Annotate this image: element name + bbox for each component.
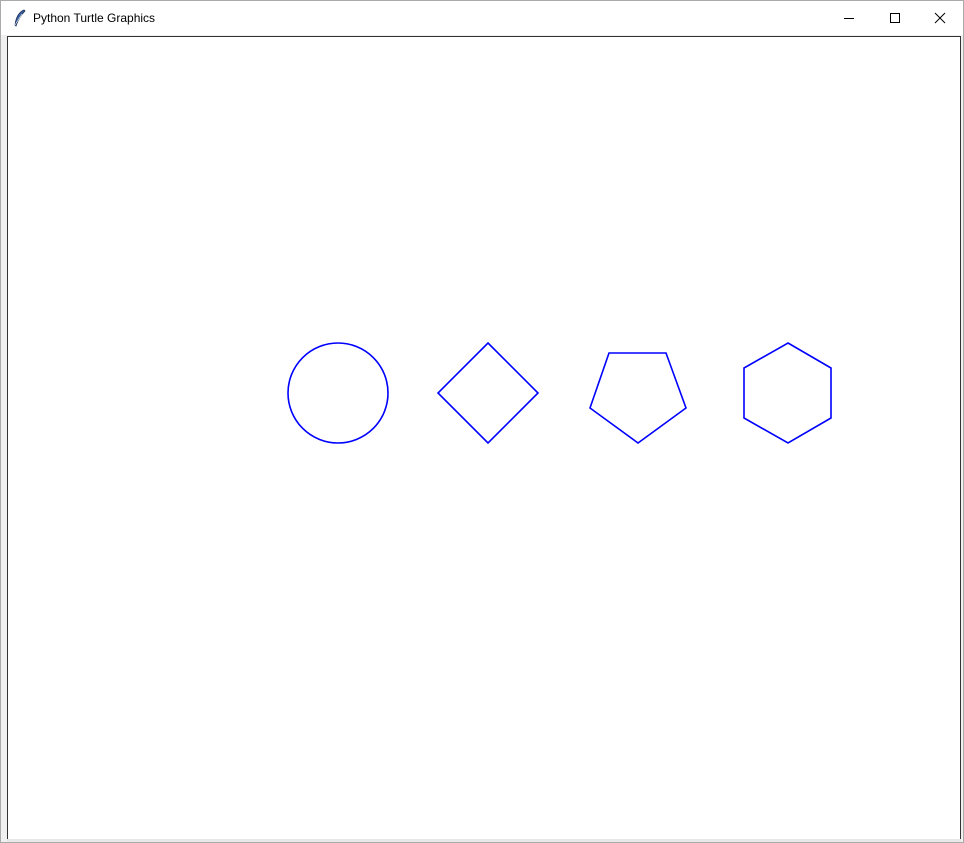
maximize-icon xyxy=(890,13,900,23)
turtle-canvas-frame xyxy=(7,36,961,840)
turtle-canvas[interactable] xyxy=(8,37,960,840)
minimize-icon xyxy=(844,18,854,19)
square-shape xyxy=(436,341,540,445)
title-bar[interactable]: Python Turtle Graphics xyxy=(1,1,963,35)
window-bottom-edge xyxy=(7,839,961,842)
maximize-button[interactable] xyxy=(872,1,918,35)
hexagon-shape xyxy=(743,342,832,444)
close-button[interactable] xyxy=(917,1,963,35)
window-title: Python Turtle Graphics xyxy=(33,11,156,25)
circle-shape xyxy=(287,342,389,444)
minimize-button[interactable] xyxy=(826,1,872,35)
feather-icon xyxy=(14,9,26,27)
turtle-window: Python Turtle Graphics xyxy=(0,0,964,843)
close-icon xyxy=(934,12,946,24)
pentagon-shape xyxy=(589,352,687,444)
